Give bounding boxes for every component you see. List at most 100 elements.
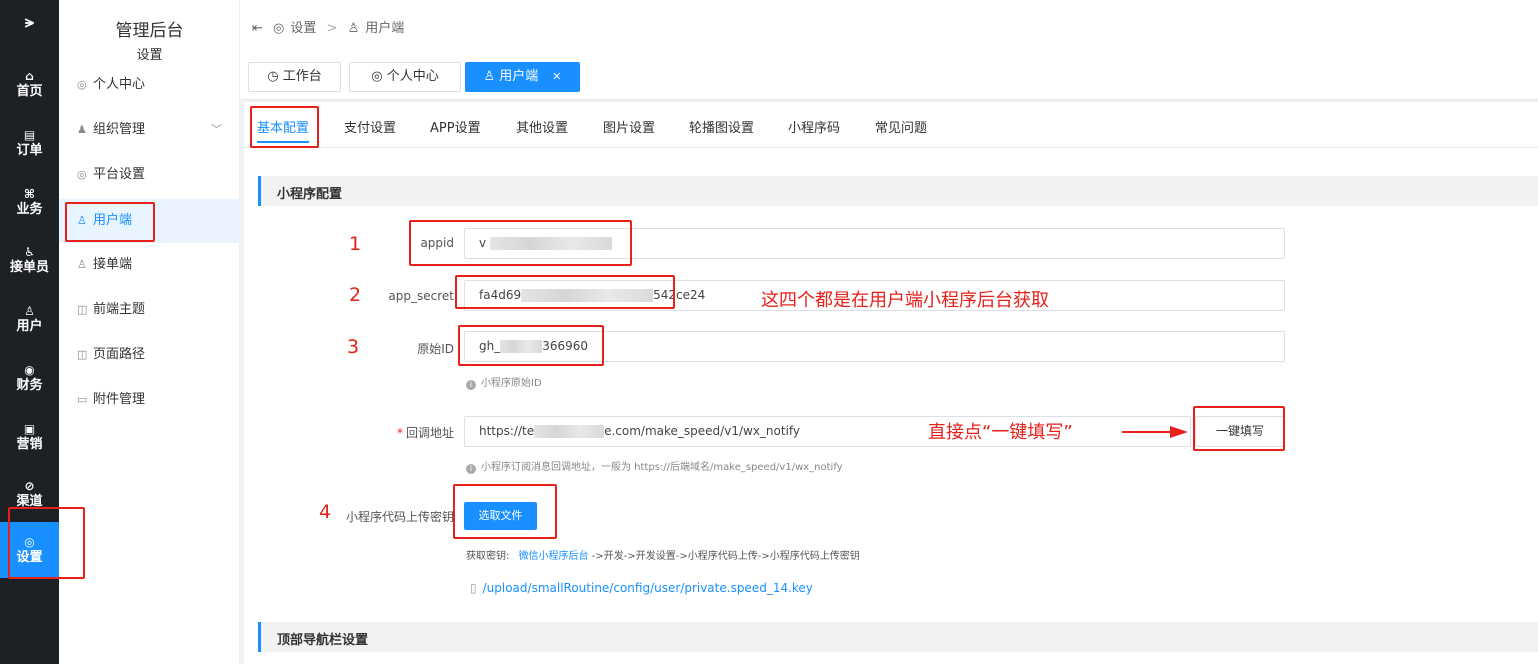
breadcrumb-settings-icon: ◎ — [273, 21, 285, 36]
submenu-item-label: 组织管理 — [93, 122, 146, 137]
uploaded-key-file[interactable]: ▯ /upload/smallRoutine/config/user/privat… — [470, 581, 813, 595]
nav-user[interactable]: ♙ 用户 — [0, 303, 59, 339]
info-icon: i — [466, 464, 476, 474]
main-content: 基本配置 支付设置 APP设置 其他设置 图片设置 轮播图设置 小程序码 常见问… — [244, 102, 1538, 664]
fetch-key-guide: 获取密钥: 微信小程序后台 ->开发->开发设置->小程序代码上传->小程序代码… — [466, 547, 860, 562]
profile-icon: ◎ — [371, 69, 383, 84]
tab-faq[interactable]: 常见问题 — [875, 117, 927, 136]
nav-home[interactable]: ⌂ 首页 — [0, 68, 59, 104]
nav-marketing[interactable]: ▣ 营销 — [0, 421, 59, 457]
page-tab-dashboard[interactable]: ◷ 工作台 — [248, 62, 341, 92]
key-file-path[interactable]: /upload/smallRoutine/config/user/private… — [483, 581, 813, 595]
rider-icon: ♿ — [24, 245, 35, 259]
page-tab-label: 个人中心 — [386, 69, 439, 84]
home-icon: ⌂ — [25, 69, 34, 83]
tab-other[interactable]: 其他设置 — [516, 117, 568, 136]
submenu-item-label: 页面路径 — [93, 347, 146, 362]
tab-mini-code[interactable]: 小程序码 — [788, 117, 840, 136]
annotation-number-3: 3 — [347, 336, 360, 358]
tab-carousel[interactable]: 轮播图设置 — [689, 117, 754, 136]
tab-app[interactable]: APP设置 — [430, 117, 481, 136]
tab-payment[interactable]: 支付设置 — [344, 117, 396, 136]
user-icon: ♙ — [24, 304, 35, 318]
annotation-number-1: 1 — [349, 233, 362, 255]
callback-suffix: e.com/make_speed/v1/wx_notify — [604, 424, 801, 438]
page-tab-profile[interactable]: ◎ 个人中心 — [349, 62, 461, 92]
nav-order[interactable]: ▤ 订单 — [0, 127, 59, 163]
nav-business[interactable]: ⌘ 业务 — [0, 186, 59, 222]
submenu-item-theme[interactable]: ◫ 前端主题 — [59, 288, 240, 332]
callback-hint-text: 小程序订阅消息回调地址，一般为 https://后端域名/make_speed/… — [481, 462, 843, 473]
section-title: 顶部导航栏设置 — [277, 633, 369, 648]
settings-submenu: 管理后台 设置 ◎ 个人中心 ♟ 组织管理 ﹀ ◎ 平台设置 ♙ 用户端 ♙ 接单端 ◫ 前… — [59, 0, 240, 664]
tab-image[interactable]: 图片设置 — [603, 117, 655, 136]
submenu-item-platform[interactable]: ◎ 平台设置 — [59, 153, 240, 197]
profile-icon: ◎ — [77, 78, 87, 91]
channel-icon: ⊘ — [24, 479, 35, 493]
nav-home-label: 首页 — [16, 84, 43, 99]
app-root: ⪫ ⌂ 首页 ▤ 订单 ⌘ 业务 ♿ 接单员 ♙ 用户 ◉ 财务 ▣ 营销 ⊘ … — [0, 0, 1538, 664]
top-header: ⇤ ◎ 设置 > ♙ 用户端 — [240, 0, 1538, 50]
callback-label: * 回调地址 — [354, 424, 454, 441]
fetch-key-label: 获取密钥: — [466, 551, 510, 562]
required-mark: * — [396, 426, 403, 440]
nav-business-label: 业务 — [16, 202, 43, 217]
submenu-subtitle: 设置 — [136, 48, 163, 63]
page-tabs-bar: ◷ 工作台 ◎ 个人中心 ♙ 用户端 ✕ — [240, 50, 1538, 100]
annotation-box-settings — [8, 507, 85, 579]
collapse-menu-icon[interactable]: ⇤ — [252, 21, 263, 36]
nav-user-label: 用户 — [16, 319, 43, 334]
submenu-item-attachment[interactable]: ▭ 附件管理 — [59, 378, 240, 422]
breadcrumb-separator: > — [326, 21, 338, 36]
submenu-item-page-path[interactable]: ◫ 页面路径 — [59, 333, 240, 377]
dashboard-icon: ◷ — [267, 69, 279, 84]
page-tab-label: 工作台 — [282, 69, 322, 84]
nav-rider-label: 接单员 — [9, 260, 49, 275]
callback-label-text: 回调地址 — [405, 426, 454, 440]
settings-tabs: 基本配置 支付设置 APP设置 其他设置 图片设置 轮播图设置 小程序码 常见问… — [244, 102, 1538, 148]
submenu-item-label: 附件管理 — [93, 392, 146, 407]
origin-id-label: 原始ID — [417, 342, 454, 356]
submenu-item-label: 平台设置 — [93, 167, 146, 182]
section-mini-program: 小程序配置 — [258, 176, 1538, 206]
page-path-icon: ◫ — [77, 348, 88, 361]
annotation-number-2: 2 — [349, 284, 362, 306]
business-icon: ⌘ — [23, 187, 36, 201]
annotation-arrow-icon — [1122, 426, 1188, 438]
annotation-box-choose-file — [453, 484, 557, 539]
callback-prefix: https://te — [479, 424, 535, 438]
nav-rider[interactable]: ♿ 接单员 — [0, 244, 59, 280]
annotation-box-app-secret — [455, 275, 675, 309]
chevron-down-icon: ﹀ — [211, 123, 222, 136]
page-tab-user-client[interactable]: ♙ 用户端 ✕ — [465, 62, 580, 92]
submenu-item-profile[interactable]: ◎ 个人中心 — [59, 63, 240, 107]
submenu-item-worker-client[interactable]: ♙ 接单端 — [59, 243, 240, 287]
submenu-item-label: 前端主题 — [93, 302, 146, 317]
submenu-item-label: 个人中心 — [93, 77, 146, 92]
submenu-item-label: 接单端 — [93, 257, 133, 272]
close-icon[interactable]: ✕ — [552, 70, 561, 83]
annotation-note-one-click: 直接点“一键填写” — [928, 422, 1073, 443]
annotation-note-four-values: 这四个都是在用户端小程序后台获取 — [761, 290, 1049, 311]
annotation-box-origin-id — [458, 325, 604, 366]
breadcrumb-root[interactable]: 设置 — [290, 21, 316, 36]
attachment-icon: ▭ — [77, 393, 88, 406]
wechat-backend-link[interactable]: 微信小程序后台 — [519, 551, 589, 562]
nav-marketing-label: 营销 — [16, 437, 43, 452]
platform-icon: ◎ — [77, 168, 87, 181]
finance-icon: ◉ — [24, 363, 35, 377]
callback-input[interactable]: https://te e.com/make_speed/v1/wx_notify — [464, 416, 1191, 447]
breadcrumb-current: 用户端 — [365, 21, 405, 36]
annotation-number-4: 4 — [319, 501, 332, 523]
info-icon: i — [466, 380, 476, 390]
file-icon: ▯ — [470, 581, 477, 595]
annotation-box-fill-button — [1193, 406, 1285, 451]
app-secret-label: app_secret — [388, 289, 454, 303]
nav-finance[interactable]: ◉ 财务 — [0, 362, 59, 398]
redacted-blur — [534, 425, 605, 438]
nav-finance-label: 财务 — [16, 378, 43, 393]
user-icon: ♙ — [483, 69, 496, 84]
origin-id-hint-text: 小程序原始ID — [481, 378, 542, 389]
breadcrumb-user-icon: ♙ — [347, 21, 360, 36]
submenu-item-org[interactable]: ♟ 组织管理 ﹀ — [59, 108, 240, 152]
